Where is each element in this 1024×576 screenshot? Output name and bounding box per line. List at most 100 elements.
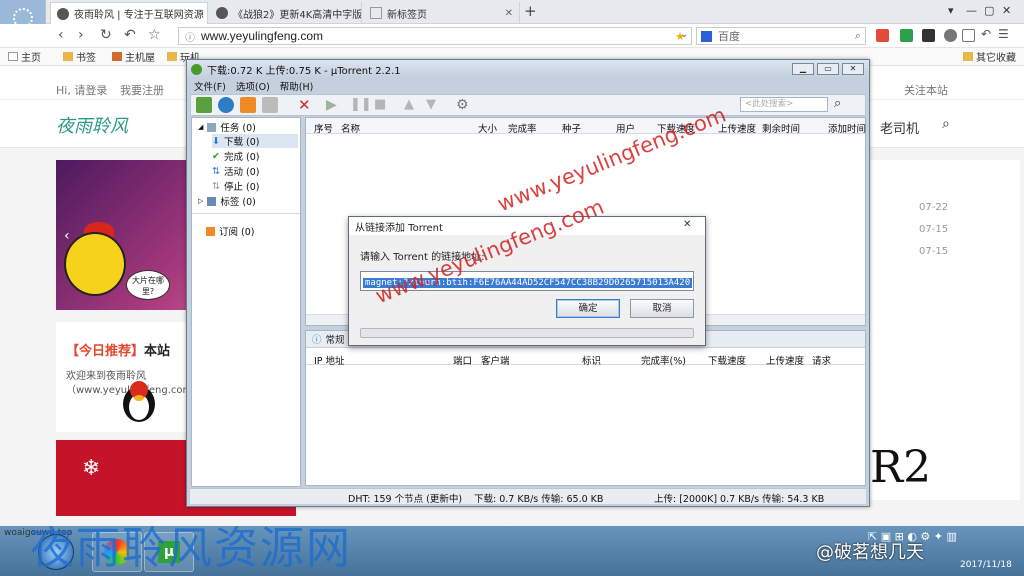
create-torrent-icon[interactable] [262,97,278,113]
bookmark-item[interactable]: 书签 [63,49,96,64]
column-header[interactable]: IP 地址 [314,353,345,367]
column-header[interactable]: 大小 [478,121,497,135]
maximize-button[interactable]: ▭ [817,63,839,75]
search-box[interactable]: 百度 ⌕ [696,27,866,45]
tray-date[interactable]: 2017/11/18 [960,560,1012,570]
bookmark-item[interactable]: 其它收藏 [963,49,1016,64]
snowflake-icon: ❄ [82,456,101,481]
category-all[interactable]: ◢ 任务 (0) [198,120,256,134]
tray-icons[interactable]: ⇱ ▣ ⊞ ◐ ⚙ ✦ ▥ [868,530,957,543]
bookmark-item[interactable]: 主机屋 [112,49,155,64]
bookmark-item[interactable]: 主页 [8,49,41,64]
login-link[interactable]: Hi, 请登录 [56,82,107,98]
nav-item[interactable]: 老司机 [880,118,919,137]
tab-newtab[interactable]: 新标签页 ✕ [364,2,520,24]
remove-icon[interactable]: ✕ [298,97,314,113]
forward-icon[interactable]: › [78,27,84,43]
chevron-down-icon[interactable]: ⌄ [680,29,688,40]
close-icon[interactable]: ✕ [505,8,513,19]
column-header[interactable]: 端口 [453,353,472,367]
post-date: 07-15 [919,246,949,257]
category-active[interactable]: ⇅ 活动 (0) [212,164,259,179]
recommend-title[interactable]: 【今日推荐】本站 [66,340,170,359]
tab-yeyulingfeng[interactable]: 夜雨聆风 | 专注于互联网资源 ✕ [50,2,208,24]
add-torrent-icon[interactable] [196,97,212,113]
column-header[interactable]: 完成率 [508,121,537,135]
column-header[interactable]: 名称 [341,121,360,135]
rss-icon[interactable] [240,97,256,113]
speech-bubble: 大片在哪里? [126,270,170,300]
utorrent-titlebar[interactable]: 下载:0.72 K 上传:0.75 K - μTorrent 2.2.1 [187,60,869,78]
column-header[interactable]: 标识 [582,353,601,367]
column-header[interactable]: 请求 [812,353,831,367]
back-icon[interactable]: ‹ [58,27,64,43]
extension-icon[interactable] [876,29,889,42]
shirt-icon[interactable]: ▾ [948,4,954,17]
gear-icon[interactable]: ⚙ [456,97,472,113]
tab-general[interactable]: 常规 [326,332,345,346]
category-stopped[interactable]: ⇅ 停止 (0) [212,179,259,194]
pages-icon[interactable] [962,29,975,42]
menu-icon[interactable]: ☰ [998,27,1009,41]
page-icon [8,52,18,61]
arrow-down-icon: ⬇ [212,135,220,147]
post-date: 07-15 [919,224,949,235]
column-header[interactable]: 完成率(%) [641,353,686,367]
category-feeds[interactable]: 订阅 (0) [206,224,254,238]
cancel-button[interactable]: 取消 [630,299,694,318]
tab-zhanlang[interactable]: 《战狼2》更新4K高清中字版 ✕ [210,2,362,24]
minimize-button[interactable]: — [966,4,977,17]
folder-icon [963,52,973,61]
pause-icon[interactable]: ❚❚ [350,97,372,113]
updown-icon: ⇅ [212,180,220,192]
category-completed[interactable]: ✔ 完成 (0) [212,149,259,164]
column-header[interactable]: 用户 [616,121,635,135]
cat-icon [216,7,228,19]
search-icon[interactable]: ⌕ [834,96,841,111]
utorrent-search-input[interactable]: <此处搜索> [740,97,828,112]
divider [192,213,300,214]
site-logo[interactable]: 夜雨聆风 [56,112,128,138]
stop-icon[interactable]: ■ [374,97,390,113]
column-header[interactable]: 剩余时间 [762,121,800,135]
column-header[interactable]: 客户端 [481,353,510,367]
add-url-icon[interactable] [218,97,234,113]
column-header[interactable]: 上传速度 [766,353,804,367]
search-icon[interactable]: ⌕ [942,116,950,132]
shield-icon[interactable] [900,29,913,42]
column-header[interactable]: 下载速度 [708,353,746,367]
close-button[interactable]: ✕ [842,63,864,75]
column-header[interactable]: 种子 [562,121,581,135]
search-icon[interactable]: ⌕ [855,29,861,43]
extension-icon[interactable] [922,29,935,42]
register-link[interactable]: 我要注册 [120,82,164,98]
undo-icon[interactable]: ↶ [124,27,136,43]
arrow-down-icon[interactable]: ▼ [426,97,442,113]
ok-button[interactable]: 确定 [556,299,620,318]
column-header[interactable]: 序号 [314,121,333,135]
arrow-up-icon[interactable]: ▲ [404,97,420,113]
maximize-button[interactable]: ▢ [984,4,994,17]
folder-icon [63,52,73,61]
play-icon[interactable]: ▶ [326,97,342,113]
column-header[interactable]: 添加时间 [828,121,866,135]
reload-icon[interactable]: ↻ [100,27,112,43]
category-labels[interactable]: ▷ 标签 (0) [198,194,256,208]
menu-file[interactable]: 文件(F) [194,79,226,93]
new-tab-button[interactable]: + [524,2,537,20]
close-icon[interactable]: ✕ [683,219,691,230]
menu-options[interactable]: 选项(O) [236,79,270,93]
close-window-button[interactable]: ✕ [1002,4,1011,17]
follow-link[interactable]: 关注本站 [904,82,948,98]
cloud-icon[interactable] [944,29,957,42]
star-icon[interactable]: ☆ [148,27,161,43]
folder-icon [167,52,177,61]
chicken-illustration [64,232,126,296]
progress-bar [360,328,694,338]
minimize-button[interactable]: ▁ [792,63,814,75]
undo-icon[interactable]: ↶ [981,27,991,41]
menu-help[interactable]: 帮助(H) [280,79,314,93]
category-downloading[interactable]: ⬇ 下载 (0) [212,134,298,148]
chevron-left-icon[interactable]: ‹ [64,228,70,244]
address-bar[interactable]: ⓘ www.yeyulingfeng.com ★ [178,27,692,45]
